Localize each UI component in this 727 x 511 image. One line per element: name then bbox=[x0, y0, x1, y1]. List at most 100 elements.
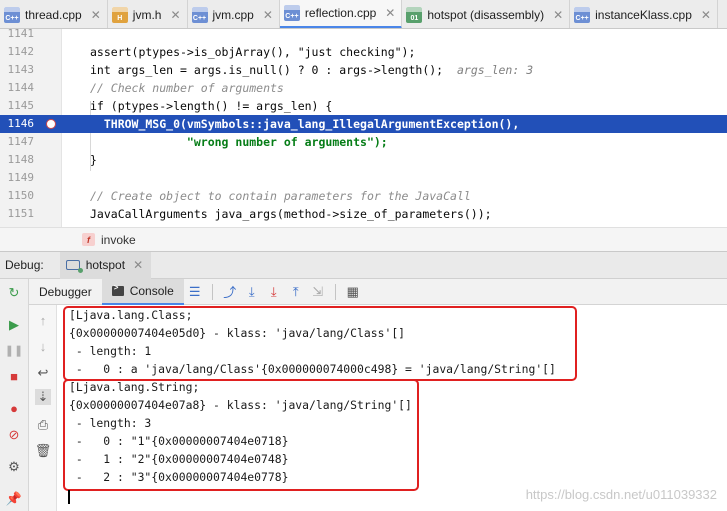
breakpoint-icon[interactable] bbox=[46, 119, 56, 129]
tab-label: jvm.h bbox=[132, 7, 162, 22]
pin-icon[interactable]: 📌 bbox=[6, 491, 22, 507]
close-icon[interactable]: ✕ bbox=[263, 8, 273, 22]
show-execution-point-icon[interactable]: ⤴ bbox=[219, 282, 241, 302]
tab-jvm-h[interactable]: H jvm.h ✕ bbox=[108, 0, 188, 28]
step-out-icon[interactable]: ⤒ bbox=[285, 282, 307, 302]
breadcrumb[interactable]: f invoke bbox=[0, 227, 727, 251]
function-icon: f bbox=[82, 233, 95, 246]
scroll-to-end-icon[interactable]: ⇣ bbox=[35, 389, 51, 405]
pause-icon[interactable]: ❚❚ bbox=[5, 343, 23, 359]
code-segment: int args_len = args.is_null() ? 0 : args… bbox=[90, 63, 444, 77]
code-line[interactable]: 1148 } bbox=[0, 151, 727, 169]
resume-icon[interactable]: ▶ bbox=[6, 317, 22, 333]
menu-lines-icon[interactable]: ☰ bbox=[184, 282, 206, 302]
code-text: } bbox=[90, 153, 97, 167]
code-line-highlighted[interactable]: 1146 THROW_MSG_0(vmSymbols::java_lang_Il… bbox=[0, 115, 727, 133]
console-icon bbox=[111, 283, 124, 296]
cpp-file-icon: C++ bbox=[4, 6, 20, 23]
line-number: 1148 bbox=[7, 153, 35, 166]
step-into-icon[interactable]: ⤓ bbox=[263, 282, 285, 302]
debug-left-toolbar: ↻ ▶ ❚❚ ■ ● ⊘ ⚙ 📌 bbox=[0, 279, 29, 511]
close-icon[interactable]: ✕ bbox=[170, 8, 180, 22]
view-breakpoints-icon[interactable]: ● bbox=[6, 401, 22, 417]
run-to-cursor-icon[interactable]: ⇲ bbox=[307, 282, 329, 302]
code-line[interactable]: 1142 assert(ptypes->is_objArray(), "just… bbox=[0, 43, 727, 61]
line-number: 1144 bbox=[7, 81, 35, 94]
print-icon[interactable]: ⎙ bbox=[35, 417, 51, 433]
close-icon[interactable]: ✕ bbox=[701, 8, 711, 22]
header-file-icon: H bbox=[111, 6, 128, 23]
toolbar-separator bbox=[211, 283, 213, 300]
rerun-icon[interactable]: ↻ bbox=[6, 285, 22, 301]
code-line[interactable]: 1145 if (ptypes->length() != args_len) { bbox=[0, 97, 727, 115]
code-text: int args_len = args.is_null() ? 0 : args… bbox=[90, 61, 533, 79]
debug-session-tab[interactable]: hotspot ✕ bbox=[59, 251, 152, 279]
line-number: 1142 bbox=[7, 45, 35, 58]
tab-instanceklass-cpp[interactable]: C++ instanceKlass.cpp ✕ bbox=[570, 0, 718, 28]
tab-debugger[interactable]: Debugger bbox=[29, 279, 102, 305]
code-text: JavaCallArguments java_args(method->size… bbox=[90, 207, 492, 221]
tab-thread-cpp[interactable]: C++ thread.cpp ✕ bbox=[0, 0, 108, 28]
tab-console[interactable]: Console bbox=[101, 278, 184, 305]
tab-label: jvm.cpp bbox=[212, 7, 254, 22]
debug-session-icon bbox=[65, 260, 83, 273]
code-line[interactable]: 1149 bbox=[0, 169, 727, 187]
code-text: if (ptypes->length() != args_len) { bbox=[90, 99, 333, 113]
close-icon[interactable]: ✕ bbox=[133, 258, 143, 272]
console-caret bbox=[68, 490, 70, 504]
cpp-file-icon: C++ bbox=[574, 6, 591, 23]
cpp-file-icon: C++ bbox=[191, 6, 208, 23]
tab-hotspot-disassembly[interactable]: 01 hotspot (disassembly) ✕ bbox=[402, 0, 571, 28]
breadcrumb-function[interactable]: invoke bbox=[101, 233, 136, 247]
editor-tab-bar: C++ thread.cpp ✕ H jvm.h ✕ C++ jvm.cpp ✕… bbox=[0, 0, 727, 29]
subtab-label: Console bbox=[129, 283, 174, 298]
soft-wrap-icon[interactable]: ↩ bbox=[35, 365, 51, 381]
toolbar-separator bbox=[334, 283, 336, 300]
tab-label: reflection.cpp bbox=[304, 6, 377, 20]
line-number: 1141 bbox=[7, 29, 35, 40]
arrow-up-icon[interactable]: ↑ bbox=[35, 313, 51, 329]
tab-label: instanceKlass.cpp bbox=[595, 7, 692, 22]
code-text: assert(ptypes->is_objArray(), "just chec… bbox=[90, 45, 416, 59]
tab-jvm-cpp[interactable]: C++ jvm.cpp ✕ bbox=[188, 0, 280, 28]
code-text: THROW_MSG_0(vmSymbols::java_lang_Illegal… bbox=[90, 117, 520, 131]
line-number: 1146 bbox=[7, 117, 35, 130]
code-line[interactable]: 1143 int args_len = args.is_null() ? 0 :… bbox=[0, 61, 727, 79]
debug-title: Debug: bbox=[5, 258, 44, 272]
tab-reflection-cpp[interactable]: C++ reflection.cpp ✕ bbox=[279, 0, 403, 28]
console-side-toolbar: ↑ ↓ ↩ ⇣ ⎙ 🗑 bbox=[29, 305, 57, 511]
line-number: 1147 bbox=[7, 135, 35, 148]
annotation-box-string-array bbox=[63, 379, 419, 491]
mute-breakpoints-icon[interactable]: ⊘ bbox=[6, 427, 22, 443]
code-line[interactable]: 1147 "wrong number of arguments"); bbox=[0, 133, 727, 151]
code-line[interactable]: 1141 bbox=[0, 29, 727, 43]
code-line[interactable]: 1144 // Check number of arguments bbox=[0, 79, 727, 97]
code-line[interactable]: 1151 JavaCallArguments java_args(method-… bbox=[0, 205, 727, 223]
evaluate-table-icon[interactable]: ▦ bbox=[342, 282, 364, 302]
stop-icon[interactable]: ■ bbox=[6, 369, 22, 385]
cpp-file-icon: C++ bbox=[283, 5, 300, 21]
annotation-box-class-array bbox=[63, 306, 577, 381]
clear-trash-icon[interactable]: 🗑 bbox=[35, 443, 52, 459]
watermark: https://blog.csdn.net/u011039332 bbox=[525, 487, 717, 502]
line-number: 1150 bbox=[7, 189, 35, 202]
close-icon[interactable]: ✕ bbox=[553, 8, 563, 22]
debug-toolwindow-header: Debug: hotspot ✕ bbox=[0, 251, 727, 279]
line-number: 1145 bbox=[7, 99, 35, 112]
settings-gear-icon[interactable]: ⚙ bbox=[6, 459, 22, 475]
step-over-icon[interactable]: ⤓ bbox=[241, 282, 263, 302]
code-line[interactable]: 1150 // Create object to contain paramet… bbox=[0, 187, 727, 205]
code-comment: // Check number of arguments bbox=[90, 81, 284, 95]
close-icon[interactable]: ✕ bbox=[385, 6, 395, 20]
code-string: "wrong number of arguments"); bbox=[90, 135, 388, 149]
close-icon[interactable]: ✕ bbox=[91, 8, 101, 22]
line-number: 1149 bbox=[7, 171, 35, 184]
code-editor[interactable]: 1141 1142 assert(ptypes->is_objArray(), … bbox=[0, 29, 727, 227]
debug-subtab-bar: Debugger Console ☰ ⤴ ⤓ ⤓ ⤒ ⇲ ▦ bbox=[29, 278, 727, 305]
code-comment: // Create object to contain parameters f… bbox=[90, 189, 471, 203]
arrow-down-icon[interactable]: ↓ bbox=[35, 339, 51, 355]
session-label: hotspot bbox=[85, 258, 126, 272]
line-number: 1143 bbox=[7, 63, 35, 76]
disassembly-file-icon: 01 bbox=[406, 6, 423, 23]
tab-label: hotspot (disassembly) bbox=[427, 7, 545, 22]
